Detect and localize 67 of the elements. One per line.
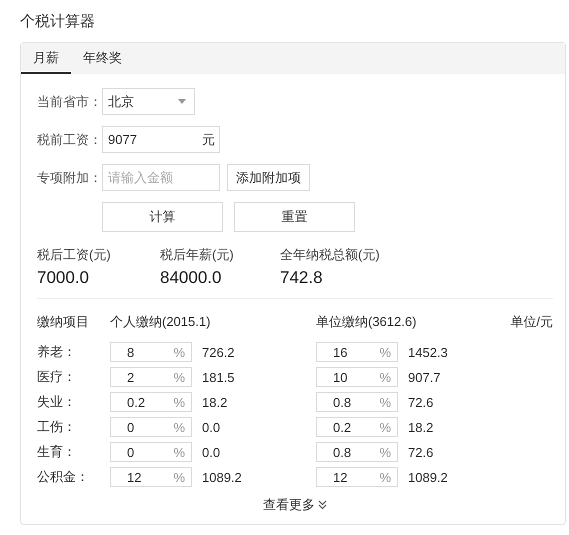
unit-note: 单位/元 <box>510 313 553 331</box>
percent-sign: % <box>173 444 185 460</box>
amount-value: 18.2 <box>201 394 228 410</box>
percent-sign: % <box>379 370 391 384</box>
column-header: 个人缴纳(2015.1) <box>110 313 212 331</box>
double-chevron-down-icon <box>318 500 327 510</box>
result-label: 全年纳税总额(元) <box>280 246 380 264</box>
column-header: 单位缴纳(3612.6) <box>316 313 416 331</box>
rate-input[interactable]: 8 % <box>110 342 192 362</box>
amount-value: 726.2 <box>201 344 236 360</box>
currency-unit: 元 <box>202 130 215 148</box>
result-label: 税后工资(元) <box>37 246 112 264</box>
row-label: 生育： <box>37 443 77 461</box>
field-label: 当前省市： <box>37 92 102 110</box>
tab[interactable]: 年终奖 <box>71 43 134 74</box>
tab[interactable]: 月薪 <box>21 43 71 74</box>
result-value: 742.8 <box>280 268 324 288</box>
rate-input[interactable]: 0 % <box>110 442 192 462</box>
row-label: 养老： <box>37 343 77 361</box>
percent-sign: % <box>379 344 391 360</box>
percent-sign: % <box>379 420 391 434</box>
rate-input[interactable]: 10 % <box>316 367 398 387</box>
rate-input[interactable]: 0.2 % <box>110 392 192 412</box>
percent-sign: % <box>379 444 391 460</box>
percent-sign: % <box>173 344 185 360</box>
percent-sign: % <box>173 394 185 410</box>
add-deduction-button[interactable]: 添加附加项 <box>227 164 310 191</box>
amount-value: 907.7 <box>407 370 442 384</box>
amount-value: 0.0 <box>201 444 222 460</box>
amount-value: 181.5 <box>201 370 236 384</box>
row-label: 工伤： <box>37 418 77 436</box>
amount-value: 1452.3 <box>407 344 449 360</box>
percent-sign: % <box>173 370 185 384</box>
page-title: 个税计算器 <box>20 12 96 32</box>
reset-button[interactable]: 重置 <box>234 202 355 232</box>
rate-input[interactable]: 0 % <box>110 417 192 437</box>
rate-input[interactable]: 0.2 % <box>316 417 398 437</box>
percent-sign: % <box>379 470 391 484</box>
rate-input[interactable]: 16 % <box>316 342 398 362</box>
calculate-button[interactable]: 计算 <box>102 202 223 232</box>
percent-sign: % <box>173 420 185 434</box>
result-label: 税后年薪(元) <box>160 246 235 264</box>
percent-sign: % <box>379 394 391 410</box>
column-header: 缴纳项目 <box>37 313 90 331</box>
amount-value: 1089.2 <box>407 470 449 484</box>
amount-value: 18.2 <box>407 420 434 434</box>
province-select[interactable]: 北京 <box>102 88 195 115</box>
dropdown-caret-icon <box>178 99 186 104</box>
percent-sign: % <box>173 470 185 484</box>
amount-value: 0.0 <box>201 420 222 434</box>
see-more-link[interactable]: 查看更多 <box>263 496 327 514</box>
amount-value: 1089.2 <box>201 470 243 484</box>
field-label: 专项附加： <box>37 168 102 186</box>
rate-input[interactable]: 0.8 % <box>316 392 398 412</box>
row-label: 公积金： <box>37 468 90 486</box>
salary-input[interactable]: 9077 元 <box>102 126 220 153</box>
rate-input[interactable]: 12 % <box>110 467 192 487</box>
rate-input[interactable]: 12 % <box>316 467 398 487</box>
amount-value: 72.6 <box>407 444 434 460</box>
result-value: 84000.0 <box>160 268 222 288</box>
row-label: 医疗： <box>37 368 77 386</box>
amount-value: 72.6 <box>407 394 434 410</box>
field-label: 税前工资： <box>37 130 102 148</box>
rate-input[interactable]: 0.8 % <box>316 442 398 462</box>
row-label: 失业： <box>37 393 77 411</box>
rate-input[interactable]: 2 % <box>110 367 192 387</box>
result-value: 7000.0 <box>37 268 90 288</box>
